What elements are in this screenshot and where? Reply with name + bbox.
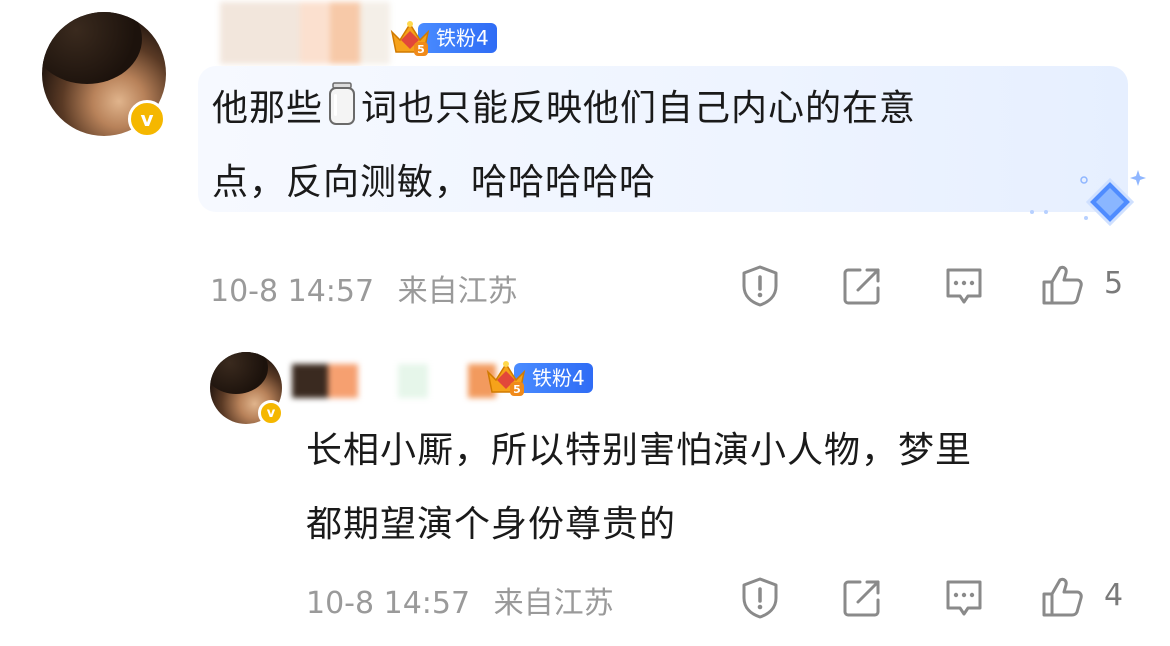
crown-badge-icon: 5	[390, 21, 430, 56]
fan-badge[interactable]: 5 铁粉4	[388, 21, 497, 56]
reply-text: 长相小厮，所以特别害怕演小人物，梦里 都期望演个身份尊贵的	[306, 414, 1146, 562]
reply-time: 10-8 14:57	[306, 586, 471, 621]
comment-time: 10-8 14:57	[210, 274, 375, 309]
comment-icon[interactable]	[942, 576, 986, 620]
like-count: 5	[1104, 266, 1124, 301]
comment-text-part: 词也只能反映他们自己内心的在意	[361, 88, 917, 129]
reply-text-line: 都期望演个身份尊贵的	[306, 504, 677, 545]
repost-icon[interactable]	[840, 264, 884, 308]
report-icon[interactable]	[738, 264, 782, 308]
comment-text-part: 他那些	[212, 88, 324, 129]
jar-emoji-icon	[329, 82, 356, 125]
comment-text: 他那些 词也只能反映他们自己内心的在意 点，反向测敏，哈哈哈哈哈	[212, 72, 1112, 220]
reply-text-line: 长相小厮，所以特别害怕演小人物，梦里	[306, 430, 973, 471]
crown-badge-icon: 5	[486, 361, 526, 396]
like-count: 4	[1104, 578, 1124, 613]
username[interactable]	[220, 2, 390, 66]
thumbs-up-icon[interactable]	[1040, 262, 1084, 306]
report-icon[interactable]	[738, 576, 782, 620]
verified-mark: v	[140, 107, 154, 131]
comment-icon[interactable]	[942, 264, 986, 308]
username[interactable]	[292, 364, 496, 400]
badge-level: 5	[417, 43, 425, 56]
badge-level: 5	[513, 383, 521, 396]
verified-mark: v	[266, 405, 276, 421]
comment-text-line: 点，反向测敏，哈哈哈哈哈	[212, 162, 657, 203]
verified-badge: v	[258, 400, 284, 426]
reply-location: 来自江苏	[493, 586, 614, 621]
thumbs-up-icon[interactable]	[1040, 574, 1084, 618]
comment-meta: 10-8 14:57 来自江苏	[210, 266, 518, 310]
diamond-sparkle-icon	[1030, 170, 1146, 227]
reply-meta: 10-8 14:57 来自江苏	[306, 578, 614, 622]
repost-icon[interactable]	[840, 576, 884, 620]
fan-badge[interactable]: 5 铁粉4	[484, 361, 593, 396]
verified-badge: v	[128, 100, 166, 138]
comment-location: 来自江苏	[397, 274, 518, 309]
